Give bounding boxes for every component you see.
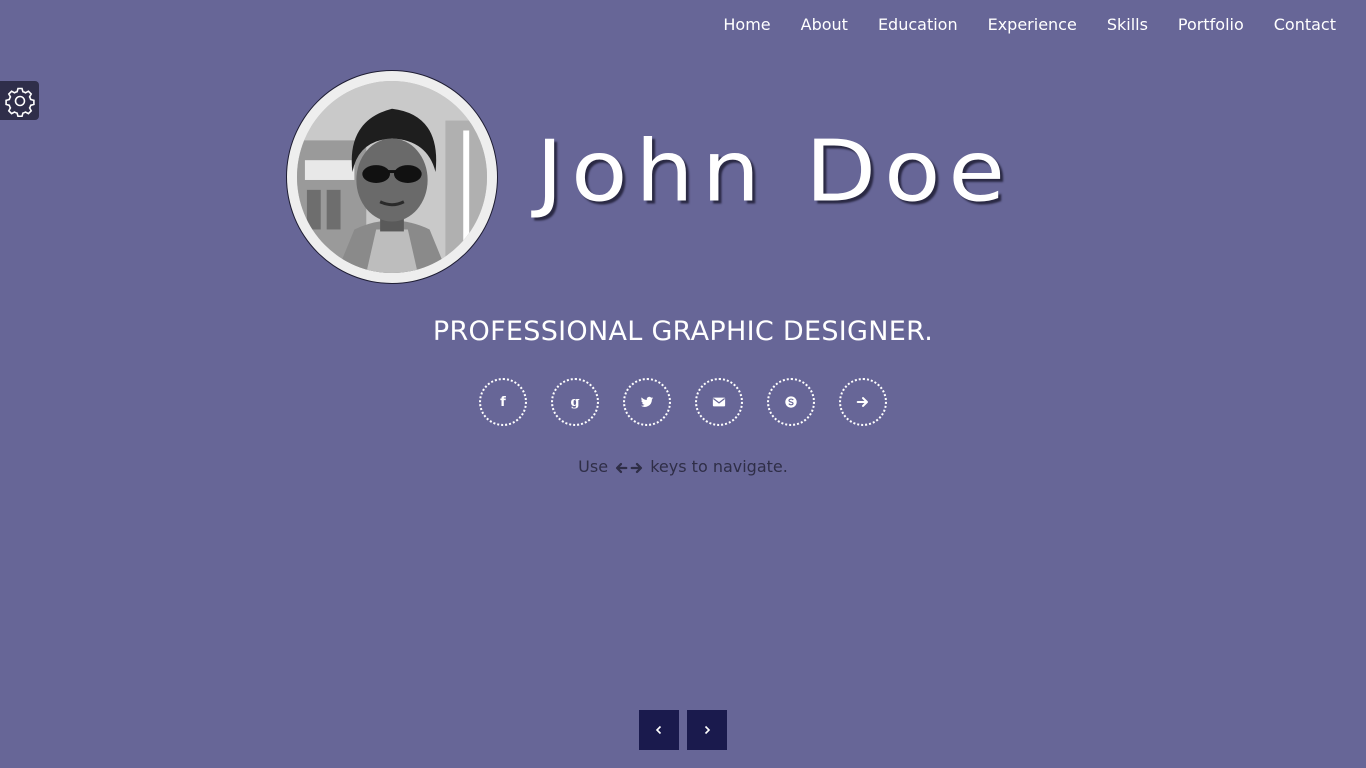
hint-suffix: keys to navigate. [650,457,788,476]
chevron-right-icon [702,725,712,735]
nav-skills[interactable]: Skills [1107,15,1148,35]
google-plus-link[interactable]: g [551,378,599,426]
nav-education[interactable]: Education [878,15,958,35]
settings-button[interactable] [0,81,39,120]
keyboard-hint: Use keys to navigate. [0,456,1366,478]
nav-about[interactable]: About [801,15,848,35]
arrow-right-icon [856,395,870,409]
next-section-link[interactable] [839,378,887,426]
skype-icon [784,395,798,409]
gear-icon [4,85,36,117]
nav-contact[interactable]: Contact [1274,15,1336,35]
social-links: f g [0,378,1366,426]
arrow-left-icon [614,461,628,475]
nav-home[interactable]: Home [723,15,770,35]
email-link[interactable] [695,378,743,426]
hero-subtitle: PROFESSIONAL GRAPHIC DESIGNER. [432,316,934,347]
avatar-photo [297,81,487,273]
facebook-link[interactable]: f [479,378,527,426]
twitter-link[interactable] [623,378,671,426]
skype-link[interactable] [767,378,815,426]
avatar [286,70,498,284]
top-navigation: Home About Education Experience Skills P… [693,15,1336,35]
nav-experience[interactable]: Experience [988,15,1077,35]
chevron-left-icon [654,725,664,735]
nav-portfolio[interactable]: Portfolio [1178,15,1244,35]
google-plus-icon: g [570,394,580,410]
next-slide-button[interactable] [687,710,727,750]
facebook-icon: f [500,394,506,410]
page: Home About Education Experience Skills P… [0,0,1366,768]
envelope-icon [712,395,726,409]
twitter-icon [640,395,654,409]
arrow-right-icon [630,461,644,475]
hint-prefix: Use [578,457,609,476]
slide-pager [639,710,727,750]
hero-name: John Doe [536,122,1014,221]
previous-slide-button[interactable] [639,710,679,750]
